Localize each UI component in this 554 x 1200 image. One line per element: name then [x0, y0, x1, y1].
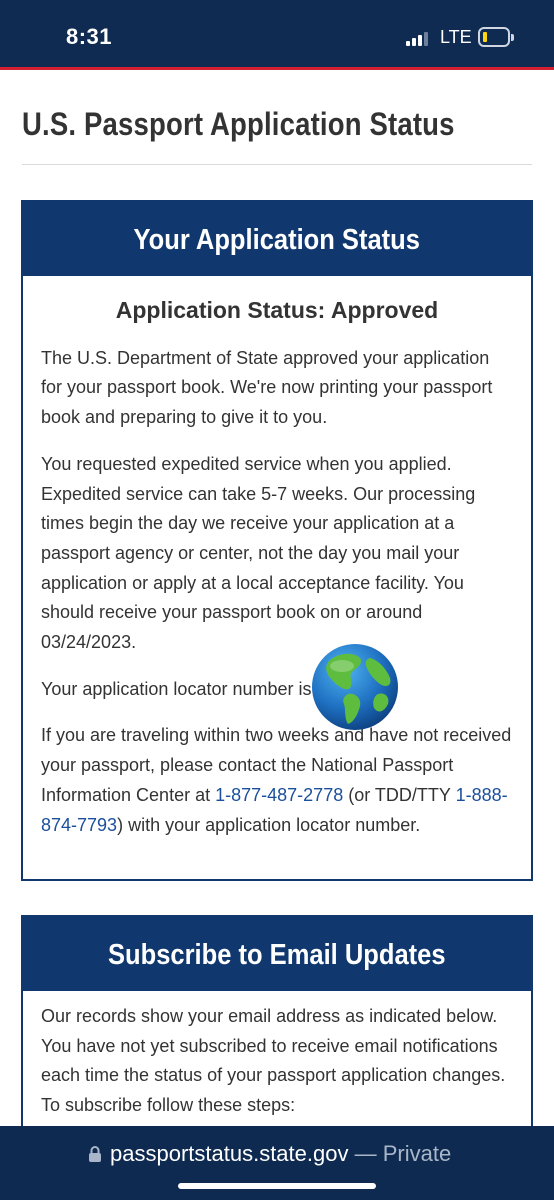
- home-indicator[interactable]: [178, 1183, 376, 1189]
- approval-paragraph: The U.S. Department of State approved yo…: [41, 347, 493, 428]
- panel-body: Our records show your email address as i…: [23, 991, 531, 1121]
- url-separator: —: [354, 1141, 377, 1166]
- locator-paragraph: Your application locator number is .: [41, 675, 513, 705]
- status-heading: Application Status: Approved: [115, 297, 439, 323]
- battery-low-icon: [478, 27, 514, 47]
- url-text[interactable]: passportstatus.state.gov — Private: [110, 1141, 451, 1167]
- email-records-paragraph: Our records show your email address as i…: [41, 1006, 506, 1116]
- npic-phone-link[interactable]: 1-877-487-2778: [215, 785, 343, 805]
- expedited-paragraph: You requested expedited service when you…: [41, 453, 476, 653]
- clock: 8:31: [66, 24, 113, 49]
- locator-text: Your application locator number is: [41, 678, 312, 699]
- email-updates-panel: Subscribe to Email Updates Our records s…: [21, 915, 533, 1145]
- cellular-signal-icon: [406, 31, 432, 46]
- status-bar: 8:31 LTE: [0, 0, 554, 67]
- contact-paragraph: If you are traveling within two weeks an…: [41, 721, 513, 840]
- contact-end-text: ) with your application locator number.: [117, 814, 421, 835]
- application-status-panel: Your Application Status Application Stat…: [21, 200, 533, 881]
- tdd-text: (or TDD/TTY: [348, 784, 451, 805]
- panel-header-title: Your Application Status: [133, 224, 421, 256]
- panel-header: Your Application Status: [23, 202, 531, 276]
- globe-emoji-icon: [312, 644, 398, 730]
- panel-header-title: Subscribe to Email Updates: [108, 939, 446, 971]
- panel-body: Application Status: Approved The U.S. De…: [23, 296, 531, 840]
- lock-icon: [89, 1146, 101, 1162]
- accent-divider: [0, 67, 554, 70]
- title-divider: [22, 164, 532, 165]
- network-type: LTE: [440, 27, 472, 47]
- panel-header: Subscribe to Email Updates: [23, 917, 531, 991]
- url-domain: passportstatus.state.gov: [110, 1141, 349, 1166]
- private-mode-label: Private: [382, 1141, 452, 1166]
- page-title: U.S. Passport Application Status: [22, 106, 455, 142]
